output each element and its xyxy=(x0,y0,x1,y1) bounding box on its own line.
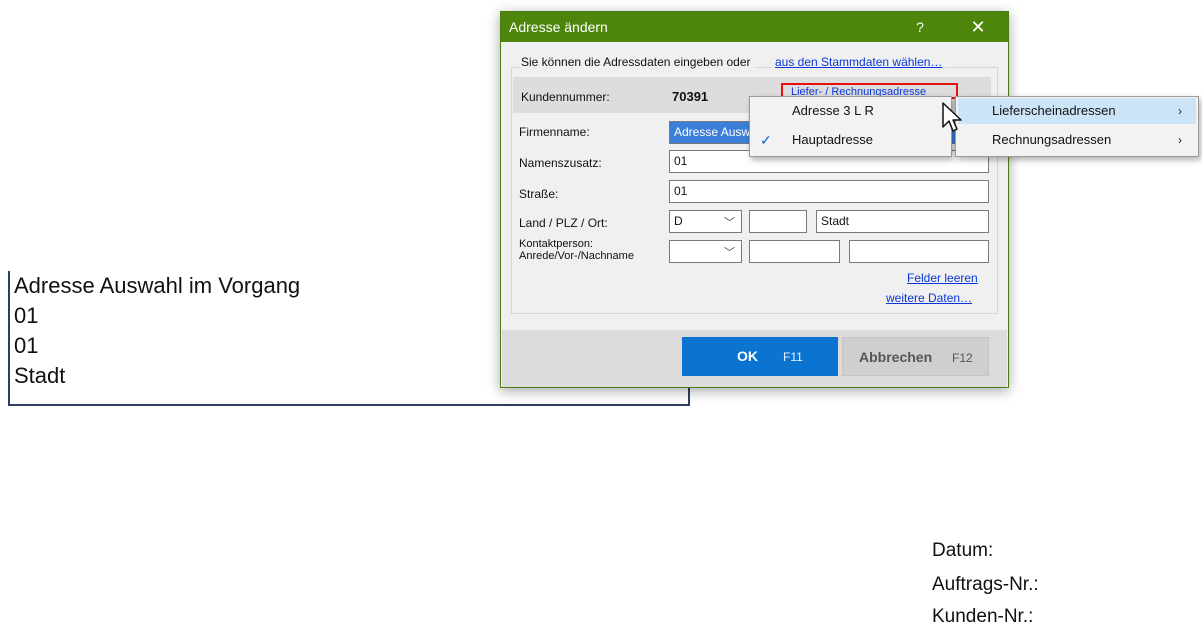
stammdaten-link[interactable]: aus den Stammdaten wählen… xyxy=(772,55,946,69)
chevron-right-icon: › xyxy=(1178,133,1182,147)
plz-input[interactable] xyxy=(749,210,807,233)
anrede-name-label: Anrede/Vor-/Nachname xyxy=(519,250,634,262)
felder-leeren-link[interactable]: Felder leeren xyxy=(907,271,978,285)
datum-label: Datum: xyxy=(932,540,994,561)
kontaktperson-label: Kontaktperson: xyxy=(519,238,593,250)
help-button[interactable]: ? xyxy=(907,14,933,40)
strasse-label: Straße: xyxy=(519,187,559,201)
dialog-title: Adresse ändern xyxy=(509,19,608,35)
weitere-daten-link[interactable]: weitere Daten… xyxy=(886,291,972,305)
address-type-menu: Lieferscheinadressen › Rechnungsadressen… xyxy=(955,96,1199,157)
kunden-nr-label: Kunden-Nr.: xyxy=(932,606,1034,627)
nachname-input[interactable] xyxy=(849,240,989,263)
kundennummer-value: 70391 xyxy=(672,89,709,104)
menu-item-label: Adresse 3 L R xyxy=(792,103,874,118)
menu-item-label: Lieferscheinadressen xyxy=(992,103,1116,118)
kundennummer-label: Kundennummer: xyxy=(521,90,610,104)
ort-input[interactable]: Stadt xyxy=(816,210,989,233)
chevron-down-icon[interactable]: ﹀ xyxy=(724,244,735,260)
cancel-shortcut: F12 xyxy=(952,351,973,365)
namenszusatz-label: Namenszusatz: xyxy=(519,156,602,170)
chevron-down-icon[interactable]: ﹀ xyxy=(724,214,735,230)
ok-button[interactable]: OK F11 xyxy=(682,337,838,376)
strasse-input[interactable]: 01 xyxy=(669,180,989,203)
intro-text: Sie können die Adressdaten eingeben oder xyxy=(521,55,755,69)
menu-item-adresse-3[interactable]: Adresse 3 L R xyxy=(750,98,951,124)
vorname-input[interactable] xyxy=(749,240,840,263)
close-icon[interactable]: ✕ xyxy=(963,14,993,40)
chevron-right-icon: › xyxy=(1178,104,1182,118)
menu-item-lieferscheinadressen[interactable]: Lieferscheinadressen › xyxy=(958,98,1196,124)
firmenname-label: Firmenname: xyxy=(519,125,590,139)
menu-item-label: Hauptadresse xyxy=(792,132,873,147)
menu-item-label: Rechnungsadressen xyxy=(992,132,1112,147)
menu-item-hauptadresse[interactable]: ✓ Hauptadresse xyxy=(750,127,951,153)
land-plz-ort-label: Land / PLZ / Ort: xyxy=(519,216,608,230)
anrede-select[interactable]: ﹀ xyxy=(669,240,742,263)
dialog-titlebar[interactable]: Adresse ändern ? ✕ xyxy=(501,12,1008,42)
auftrags-nr-label: Auftrags-Nr.: xyxy=(932,574,1039,595)
land-select[interactable]: D ﹀ xyxy=(669,210,742,233)
address-dialog: Adresse ändern ? ✕ Sie können die Adress… xyxy=(500,11,1009,388)
ok-shortcut: F11 xyxy=(783,350,803,364)
mouse-pointer-icon xyxy=(942,102,962,132)
address-menu: Adresse 3 L R ✓ Hauptadresse xyxy=(749,96,952,157)
ok-label: OK xyxy=(737,348,758,364)
checkmark-icon: ✓ xyxy=(760,132,772,148)
menu-item-rechnungsadressen[interactable]: Rechnungsadressen › xyxy=(958,127,1196,153)
cancel-label: Abbrechen xyxy=(859,349,933,365)
cancel-button[interactable]: Abbrechen F12 xyxy=(842,337,989,376)
land-value: D xyxy=(674,214,683,228)
